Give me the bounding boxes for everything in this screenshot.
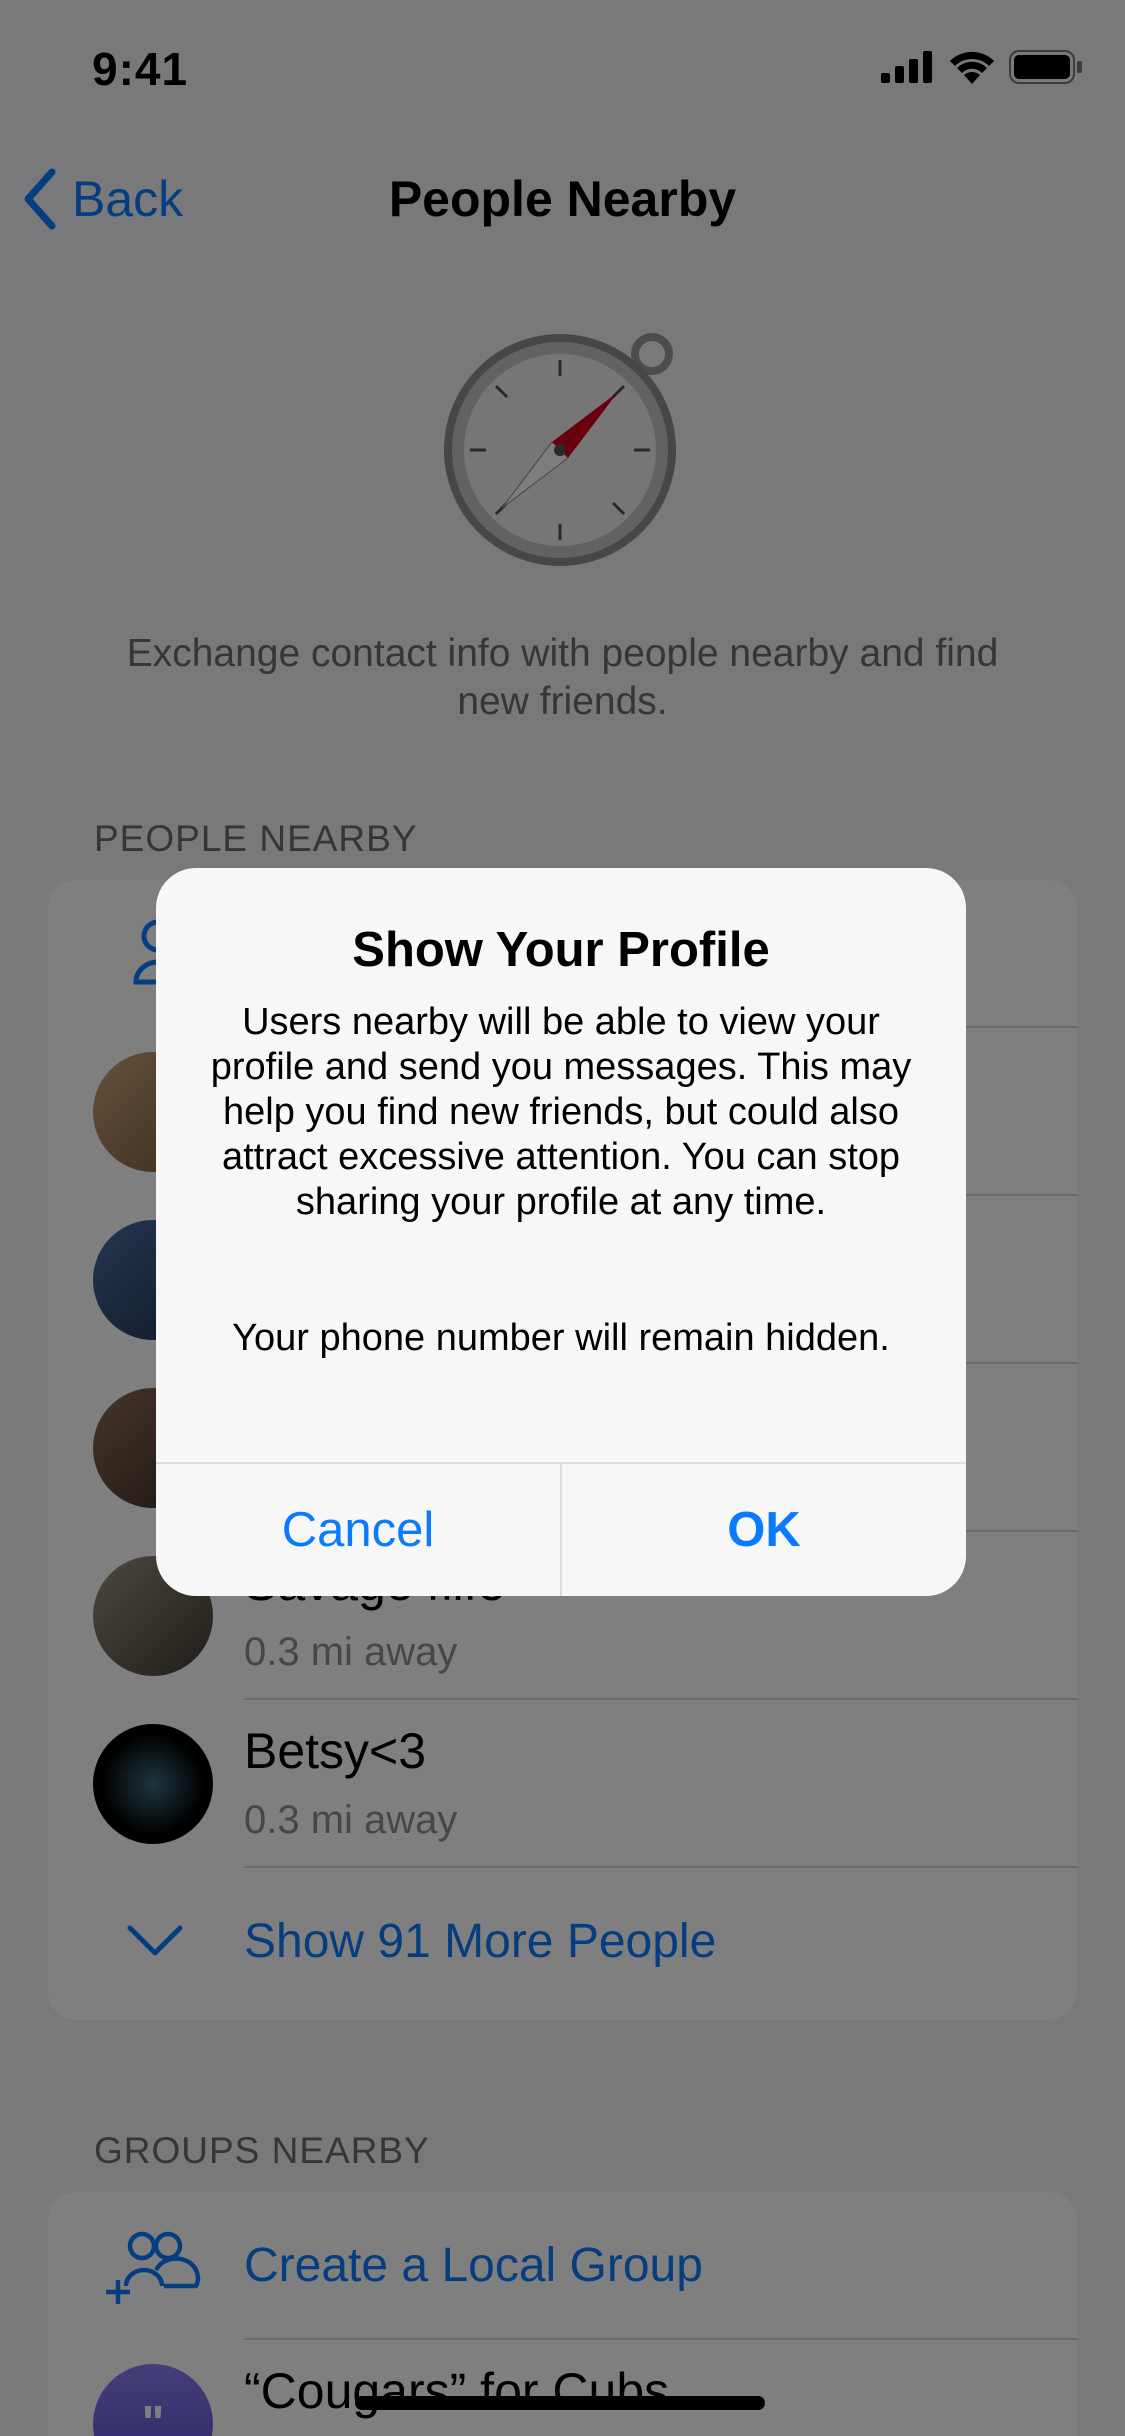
alert-note: Your phone number will remain hidden. — [232, 1317, 890, 1359]
home-indicator[interactable] — [355, 2396, 765, 2410]
show-profile-alert: Show Your Profile Users nearby will be a… — [156, 868, 966, 1596]
alert-message: Users nearby will be able to view your p… — [210, 1001, 912, 1223]
alert-title: Show Your Profile — [352, 923, 770, 977]
cancel-button[interactable]: Cancel — [156, 1464, 560, 1596]
ok-button[interactable]: OK — [562, 1464, 966, 1596]
screen: 9:41 Back — [0, 0, 1125, 2436]
